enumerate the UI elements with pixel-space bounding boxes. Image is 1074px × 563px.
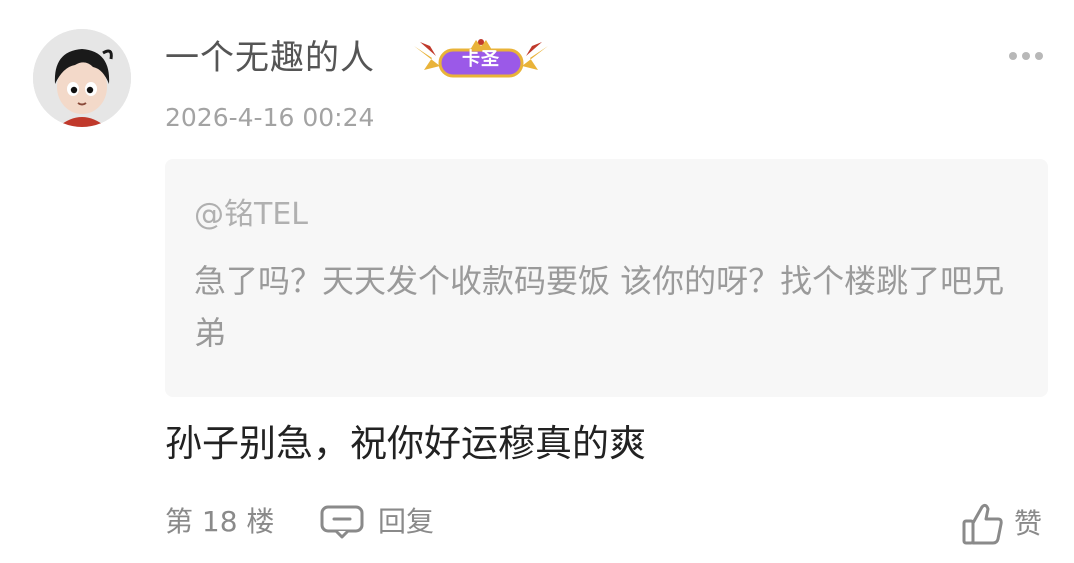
avatar-illustration	[33, 29, 131, 127]
thumbs-up-icon	[962, 503, 1003, 545]
quote-text: 急了吗？天天发个收款码要饭 该你的呀？找个楼跳了吧兄弟	[194, 262, 1005, 352]
quote-author[interactable]: @铭TEL	[194, 195, 308, 235]
post-content: 孙子别急，祝你好运穆真的爽	[165, 422, 646, 465]
floor-number: 第 18 楼	[165, 505, 275, 538]
like-button[interactable]: 赞	[962, 500, 1042, 548]
more-horizontal-icon-dot	[1035, 52, 1043, 60]
more-horizontal-icon-dot	[1009, 52, 1017, 60]
username[interactable]: 一个无趣的人	[165, 36, 375, 80]
more-horizontal-icon-dot	[1022, 52, 1030, 60]
user-avatar[interactable]	[33, 29, 131, 127]
like-label: 赞	[1014, 507, 1043, 540]
reply-label: 回复	[378, 505, 435, 538]
quoted-reply[interactable]: @铭TEL 急了吗？天天发个收款码要饭 该你的呀？找个楼跳了吧兄弟	[165, 159, 1048, 397]
badge-label: 卡圣	[462, 49, 500, 70]
post-timestamp: 2026-4-16 00:24	[165, 103, 375, 132]
reply-button[interactable]: 回复	[320, 502, 434, 542]
comment-bubble-icon	[320, 505, 364, 539]
user-title-badge: 卡圣	[410, 36, 552, 80]
more-options-button[interactable]	[1009, 48, 1043, 64]
